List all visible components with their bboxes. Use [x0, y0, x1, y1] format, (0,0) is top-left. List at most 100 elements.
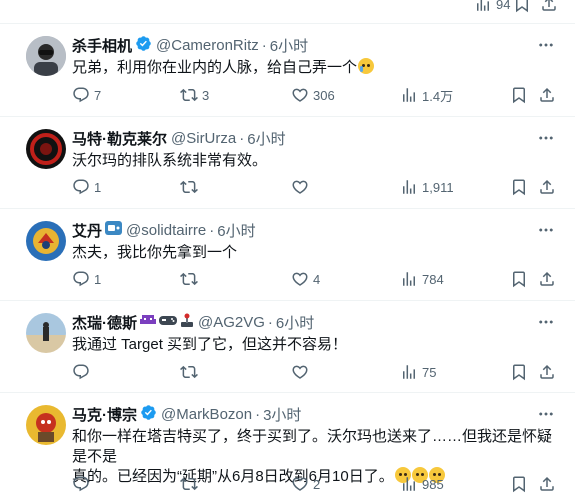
retweet-button[interactable] [180, 177, 202, 197]
alien-monster-emoji-icon [140, 313, 156, 331]
retweet-button[interactable] [180, 362, 202, 382]
reply-button[interactable] [72, 474, 94, 494]
like-icon [292, 88, 308, 102]
author-handle[interactable]: @CameronRitz [156, 37, 259, 54]
timestamp[interactable]: 6小时 [270, 35, 308, 56]
timestamp[interactable]: 6小时 [276, 312, 314, 333]
timestamp[interactable]: 6小时 [217, 220, 255, 241]
views-button[interactable]: 1.4万 [400, 85, 453, 105]
author-name[interactable]: 艾丹 [72, 220, 102, 241]
views-button[interactable]: 784 [400, 269, 444, 289]
bookmark-button[interactable] [510, 362, 528, 382]
more-icon [539, 43, 553, 47]
timestamp[interactable]: 3小时 [263, 404, 301, 425]
reply-button[interactable]: 1 [72, 269, 101, 289]
author-name[interactable]: 杀手相机 [72, 35, 132, 56]
share-button[interactable] [538, 362, 556, 382]
views-button[interactable]: 985 [400, 474, 444, 494]
more-button[interactable] [537, 36, 555, 54]
author-handle[interactable]: @solidtairre [126, 222, 206, 239]
views-button[interactable]: 1,911 [400, 177, 454, 197]
avatar[interactable] [26, 36, 66, 76]
author-name[interactable]: 杰瑞·德斯 [72, 312, 137, 333]
crying-face-emoji-icon [358, 58, 375, 74]
tweet[interactable]: 艾丹 @solidtairre · 6小时 杰夫，我比你先拿到一个 1 4 78… [0, 209, 575, 301]
tweet[interactable]: 马特·勒克莱尔 @SirUrza · 6小时 沃尔玛的排队系统非常有效。 1 1… [0, 117, 575, 209]
reply-icon [73, 87, 89, 103]
retweet-icon [180, 365, 198, 379]
game-controller-emoji-icon [159, 313, 177, 331]
author-handle[interactable]: @SirUrza [171, 130, 236, 147]
separator-dot: · [209, 221, 215, 239]
tweet[interactable]: 杀手相机 @CameronRitz · 6小时 兄弟，利用你在业内的人脉，给自己… [0, 24, 575, 117]
share-button[interactable] [538, 177, 556, 197]
reply-icon [73, 476, 89, 492]
reply-icon [73, 271, 89, 287]
reply-button[interactable]: 1 [72, 177, 101, 197]
action-bar: 75 [72, 362, 562, 382]
controller-emoji-icon [105, 221, 123, 239]
like-button[interactable] [291, 362, 313, 382]
like-button[interactable]: 4 [291, 269, 320, 289]
tweet-text: 杰夫，我比你先拿到一个 [72, 244, 238, 261]
retweet-button[interactable]: 3 [180, 85, 209, 105]
bookmark-icon [513, 364, 525, 381]
more-button[interactable] [537, 221, 555, 239]
more-button[interactable] [537, 129, 555, 147]
share-icon [540, 87, 554, 102]
like-count: 306 [313, 87, 335, 103]
author-handle[interactable]: @AG2VG [198, 314, 265, 331]
bookmark-button[interactable] [513, 0, 531, 14]
like-count: 2 [313, 476, 321, 492]
tweet-text: 兄弟，利用你在业内的人脉，给自己弄一个 [72, 58, 562, 78]
author-name[interactable]: 马特·勒克莱尔 [72, 128, 167, 149]
action-bar: 7 3 306 1.4万 [72, 85, 562, 105]
avatar[interactable] [26, 221, 66, 261]
views-count: 784 [422, 271, 444, 287]
joystick-emoji-icon [180, 313, 194, 331]
views-button[interactable]: 75 [400, 362, 436, 382]
like-button[interactable] [291, 177, 313, 197]
retweet-icon [180, 272, 198, 286]
views-icon [403, 365, 415, 379]
avatar[interactable] [26, 405, 66, 445]
bookmark-button[interactable] [510, 177, 528, 197]
author-name[interactable]: 马克·博宗 [72, 404, 137, 425]
tweet[interactable]: 杰瑞·德斯 @AG2VG · 6小时 我通过 Target 买到了它，但这并不容… [0, 301, 575, 393]
bookmark-button[interactable] [510, 474, 528, 494]
timestamp[interactable]: 6小时 [247, 128, 285, 149]
reply-button[interactable] [72, 362, 94, 382]
tweet-header: 杰瑞·德斯 @AG2VG · 6小时 [72, 312, 314, 332]
tweet[interactable]: 马克·博宗 @MarkBozon · 3小时 和你一样在塔吉特买了，终于买到了。… [0, 393, 575, 497]
separator-dot: · [261, 36, 267, 54]
share-button[interactable] [538, 269, 556, 289]
retweet-button[interactable] [180, 269, 202, 289]
views-icon [403, 477, 415, 491]
share-button[interactable] [538, 85, 556, 105]
bookmark-button[interactable] [510, 85, 528, 105]
views-count: 1.4万 [422, 88, 454, 104]
bookmark-button[interactable] [510, 269, 528, 289]
avatar[interactable] [26, 129, 66, 169]
share-icon [540, 476, 554, 491]
retweet-button[interactable] [180, 474, 202, 494]
like-button[interactable]: 306 [291, 85, 335, 105]
more-button[interactable] [537, 313, 555, 331]
verified-badge-icon [140, 404, 157, 425]
views-button[interactable]: 94 [474, 0, 510, 14]
share-icon [540, 271, 554, 286]
like-icon [292, 477, 308, 491]
retweet-icon [180, 180, 198, 194]
like-button[interactable]: 2 [291, 474, 320, 494]
views-count: 94 [496, 0, 511, 12]
avatar[interactable] [26, 313, 66, 353]
separator-dot: · [239, 129, 245, 147]
reply-button[interactable]: 7 [72, 85, 101, 105]
share-button[interactable] [538, 474, 556, 494]
action-bar: 2 985 [72, 474, 562, 494]
more-button[interactable] [537, 405, 555, 423]
author-handle[interactable]: @MarkBozon [161, 406, 252, 423]
share-button[interactable] [540, 0, 558, 14]
reply-count: 7 [94, 87, 102, 103]
views-icon [477, 0, 489, 11]
